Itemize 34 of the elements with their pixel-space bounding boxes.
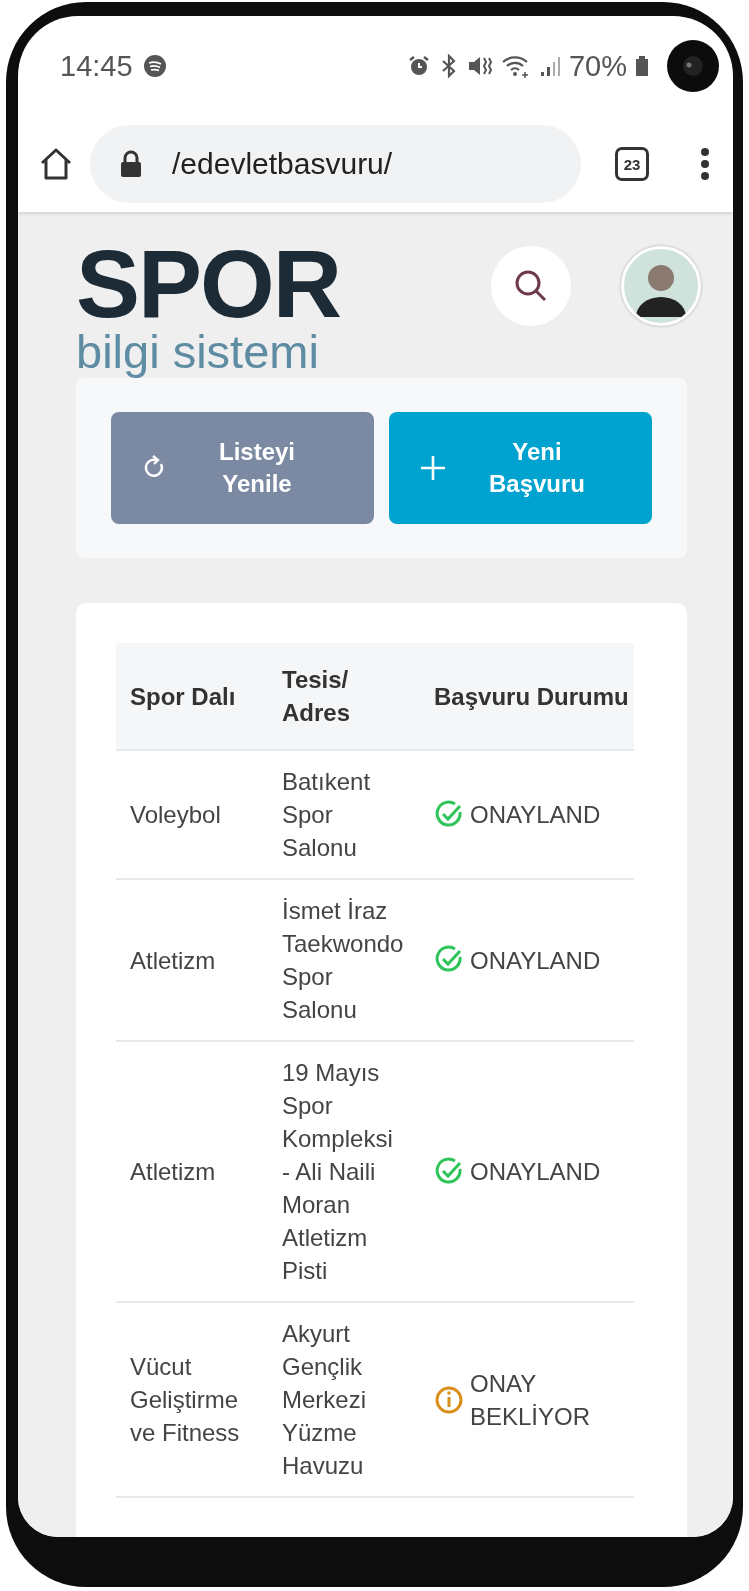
clock: 14:45: [60, 49, 133, 83]
muted-sound-icon: [466, 54, 493, 78]
logo-title: SPOR: [76, 242, 341, 326]
table-cell: Atletizm: [116, 879, 268, 1041]
table-cell: Akyurt Gençlik Merkezi Yüzme Havuzu: [268, 1302, 420, 1497]
status-text: ONAYLAND: [470, 800, 601, 830]
user-avatar[interactable]: [621, 246, 701, 326]
lock-icon: [120, 150, 142, 178]
battery-icon: [635, 54, 649, 78]
more-vertical-icon: [699, 146, 711, 182]
status-text: ONAYLAND: [470, 945, 601, 976]
table-cell: Vücut Geliştirme ve Fitness: [116, 1302, 268, 1497]
column-header: Başvuru Durumu: [420, 643, 634, 750]
address-bar[interactable]: /edevletbasvuru/: [90, 125, 581, 203]
refresh-button[interactable]: Listeyi Yenile: [111, 412, 374, 524]
menu-button[interactable]: [699, 146, 711, 182]
table-cell: 19 Mayıs Spor Kompleksi - Ali Naili Moran Atletizm Pisti: [268, 1041, 420, 1302]
table-cell: İsmet İraz Taekwondo Spor Salonu: [268, 879, 420, 1041]
logo-subtitle: bilgi sistemi: [76, 326, 320, 378]
column-header: Spor Dalı: [116, 643, 268, 750]
status-text: ONAY BEKLİYOR: [470, 1368, 592, 1432]
plus-icon: [419, 454, 447, 482]
table-cell: Batıkent Spor Salonu: [268, 750, 420, 879]
tab-count-button[interactable]: 23: [615, 147, 649, 181]
column-header: Tesis/ Adres: [268, 643, 420, 750]
battery-level: 70%: [568, 49, 627, 83]
wifi-icon: [500, 54, 531, 78]
table-cell: Voleybol: [116, 750, 268, 879]
table-cell: Atletizm: [116, 1041, 268, 1302]
signal-icon: [538, 54, 561, 78]
front-camera: [667, 40, 719, 92]
url-text: /edevletbasvuru/: [172, 147, 393, 181]
status-text: ONAYLAND: [470, 1157, 601, 1187]
music-app-icon: [142, 54, 167, 78]
